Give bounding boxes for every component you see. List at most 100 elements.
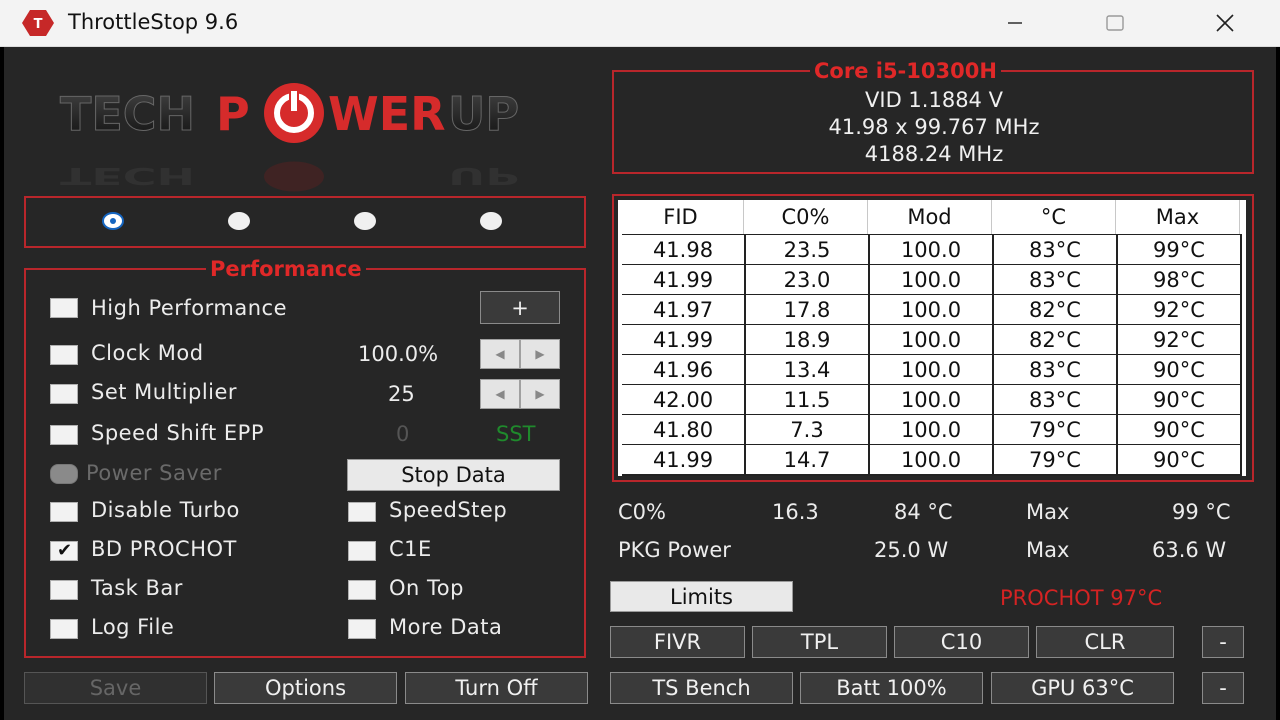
package-temp: 84 °C <box>894 500 953 524</box>
on-top-checkbox[interactable] <box>348 580 376 600</box>
clock-mod-checkbox[interactable] <box>50 345 78 365</box>
minimize-panel-button-2[interactable]: - <box>1202 672 1244 704</box>
pkg-max-value: 63.6 W <box>1152 538 1227 562</box>
speed-shift-checkbox[interactable] <box>50 425 78 445</box>
table-cell-fid: 41.99 <box>622 445 744 474</box>
high-performance-plus-button[interactable]: + <box>480 291 560 324</box>
speedstep-checkbox[interactable] <box>348 502 376 522</box>
sst-tag: SST <box>496 422 536 446</box>
pkg-max-label: Max <box>1026 538 1070 562</box>
table-header: FID C0% Mod °C Max <box>618 200 1246 234</box>
table-cell-c0: 13.4 <box>746 355 868 384</box>
speedstep-label: SpeedStep <box>389 498 508 522</box>
table-cell-max: 90°C <box>1118 355 1240 384</box>
svg-text:UP: UP <box>448 162 519 189</box>
performance-legend: Performance <box>206 258 366 280</box>
max-temp-value: 99 °C <box>1172 500 1231 524</box>
clock-mod-spinner[interactable]: ◀ ▶ <box>480 339 560 369</box>
table-cell-c0: 18.9 <box>746 325 868 354</box>
pkg-power-label: PKG Power <box>618 538 731 562</box>
table-cell-c0: 17.8 <box>746 295 868 324</box>
table-cell-c0: 23.0 <box>746 265 868 294</box>
table-cell-mod: 100.0 <box>870 265 992 294</box>
task-bar-checkbox[interactable] <box>50 580 78 600</box>
battery-button[interactable]: Batt 100% <box>800 672 983 704</box>
task-bar-label: Task Bar <box>91 576 183 600</box>
table-cell-mod: 100.0 <box>870 295 992 324</box>
clock-mod-value: 100.0% <box>358 342 439 366</box>
bd-prochot-checkbox[interactable] <box>50 540 78 561</box>
spin-right-icon[interactable]: ▶ <box>520 339 560 369</box>
disable-turbo-checkbox[interactable] <box>50 502 78 522</box>
table-body: 41.98 23.5 100.0 83°C 99°C 41.99 23.0 100.0 83°C… <box>622 234 1242 476</box>
max-temp-label: Max <box>1026 500 1070 524</box>
clr-button[interactable]: CLR <box>1036 626 1174 658</box>
col-header-temp: °C <box>992 200 1116 234</box>
table-cell-fid: 41.97 <box>622 295 744 324</box>
set-multiplier-spinner[interactable]: ◀ ▶ <box>480 379 560 409</box>
c0-value: 16.3 <box>772 500 819 524</box>
table-cell-c0: 11.5 <box>746 385 868 414</box>
spin-left-icon[interactable]: ◀ <box>480 339 520 369</box>
power-saver-checkbox[interactable] <box>50 464 78 484</box>
profile-radio-1[interactable] <box>102 212 124 230</box>
table-cell-mod: 100.0 <box>870 415 992 444</box>
log-file-checkbox[interactable] <box>50 619 78 639</box>
minimize-icon <box>1008 22 1022 24</box>
table-cell-max: 92°C <box>1118 295 1240 324</box>
tpl-button[interactable]: TPL <box>752 626 887 658</box>
fivr-button[interactable]: FIVR <box>610 626 745 658</box>
minimize-button[interactable] <box>980 0 1050 46</box>
table-cell-temp: 83°C <box>994 355 1116 384</box>
high-performance-checkbox[interactable] <box>50 298 78 318</box>
table-cell-c0: 23.5 <box>746 235 868 264</box>
svg-text:TECH: TECH <box>60 162 195 189</box>
set-multiplier-checkbox[interactable] <box>50 384 78 404</box>
spin-right-icon[interactable]: ▶ <box>520 379 560 409</box>
limits-button[interactable]: Limits <box>610 581 793 612</box>
core-vid: VID 1.1884 V <box>865 88 1003 112</box>
speed-shift-label: Speed Shift EPP <box>91 421 265 445</box>
save-button[interactable]: Save <box>24 672 207 704</box>
col-header-mod: Mod <box>868 200 992 234</box>
table-cell-max: 90°C <box>1118 445 1240 474</box>
set-multiplier-value: 25 <box>388 382 415 406</box>
profile-radio-3[interactable] <box>354 212 376 230</box>
table-cell-fid: 41.80 <box>622 415 744 444</box>
pkg-power-value: 25.0 W <box>874 538 949 562</box>
profile-radio-2[interactable] <box>228 212 250 230</box>
c1e-label: C1E <box>389 537 432 561</box>
spin-left-icon[interactable]: ◀ <box>480 379 520 409</box>
col-header-fid: FID <box>618 200 744 234</box>
svg-text:UP: UP <box>448 87 519 141</box>
c0-label: C0% <box>618 500 666 524</box>
on-top-label: On Top <box>389 576 464 600</box>
col-header-c0: C0% <box>744 200 868 234</box>
table-cell-fid: 41.96 <box>622 355 744 384</box>
speed-shift-value: 0 <box>396 422 410 446</box>
ts-bench-button[interactable]: TS Bench <box>610 672 793 704</box>
profile-radio-4[interactable] <box>480 212 502 230</box>
c10-button[interactable]: C10 <box>894 626 1029 658</box>
table-cell-fid: 41.99 <box>622 325 744 354</box>
table-cell-mod: 100.0 <box>870 235 992 264</box>
options-button[interactable]: Options <box>214 672 397 704</box>
close-button[interactable] <box>1190 0 1260 46</box>
table-cell-max: 99°C <box>1118 235 1240 264</box>
table-cell-c0: 14.7 <box>746 445 868 474</box>
svg-text:TECH: TECH <box>60 87 195 141</box>
minimize-panel-button-1[interactable]: - <box>1202 626 1244 658</box>
table-cell-max: 92°C <box>1118 325 1240 354</box>
more-data-checkbox[interactable] <box>348 619 376 639</box>
core-table: FID C0% Mod °C Max 41.98 23.5 100.0 83°C 99°… <box>618 200 1246 476</box>
techpowerup-logo: TECH P WER UP TECH UP <box>60 83 520 192</box>
table-cell-mod: 100.0 <box>870 325 992 354</box>
more-data-label: More Data <box>389 615 503 639</box>
stop-data-button[interactable]: Stop Data <box>347 459 560 491</box>
table-cell-max: 90°C <box>1118 415 1240 444</box>
c1e-checkbox[interactable] <box>348 541 376 561</box>
gpu-button[interactable]: GPU 63°C <box>991 672 1174 704</box>
turn-off-button[interactable]: Turn Off <box>405 672 588 704</box>
maximize-button[interactable] <box>1080 0 1150 46</box>
svg-text:WER: WER <box>328 87 446 141</box>
